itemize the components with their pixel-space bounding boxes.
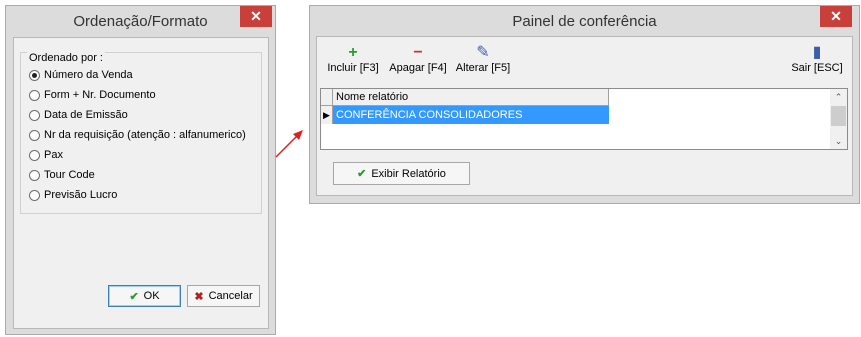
radio-previsao-lucro[interactable]: Previsão Lucro (29, 187, 117, 203)
radio-icon[interactable] (29, 109, 40, 121)
report-panel-titlebar: Painel de conferência ✕ (310, 6, 859, 37)
radio-icon[interactable] (29, 149, 40, 161)
report-grid[interactable]: Nome relatório ▶ CONFERÊNCIA CONSOLIDADO… (320, 88, 848, 150)
plus-icon: + (348, 44, 358, 61)
grid-corner (321, 89, 333, 106)
group-label: Ordenado por : (27, 52, 105, 64)
door-icon: ▮ (812, 44, 822, 61)
ok-button[interactable]: ✔ OK (108, 285, 181, 307)
ordering-dialog: Ordenação/Formato ✕ Ordenado por : Númer… (5, 5, 276, 335)
cross-icon: ✖ (194, 290, 204, 303)
delete-label: Apagar [F4] (389, 62, 447, 74)
radio-label: Pax (44, 149, 63, 161)
radio-label: Form + Nr. Documento (44, 89, 156, 101)
vertical-scrollbar[interactable]: ⌃ ⌄ (830, 89, 847, 149)
show-report-button[interactable]: ✔ Exibir Relatório (333, 162, 470, 185)
cancel-label: Cancelar (208, 290, 253, 302)
exit-label: Sair [ESC] (791, 62, 843, 74)
scroll-up-icon[interactable]: ⌃ (830, 89, 847, 105)
radio-label: Nr da requisição (atenção : alfanumerico… (44, 129, 246, 141)
pencil-icon: ✎ (476, 44, 490, 61)
check-icon: ✔ (129, 290, 139, 303)
close-icon[interactable]: ✕ (240, 6, 272, 27)
add-label: Incluir [F3] (327, 62, 379, 74)
radio-numero-venda[interactable]: Número da Venda (29, 67, 133, 83)
check-icon: ✔ (357, 168, 367, 180)
table-row[interactable]: ▶ CONFERÊNCIA CONSOLIDADORES (321, 106, 609, 124)
table-cell[interactable]: CONFERÊNCIA CONSOLIDADORES (333, 106, 609, 124)
edit-label: Alterar [F5] (455, 62, 511, 74)
radio-form-documento[interactable]: Form + Nr. Documento (29, 87, 156, 103)
radio-pax[interactable]: Pax (29, 147, 63, 163)
exit-button[interactable]: ▮ Sair [ESC] (790, 44, 844, 74)
show-report-label: Exibir Relatório (371, 167, 446, 180)
ordering-dialog-title: Ordenação/Formato (73, 13, 208, 30)
radio-label: Tour Code (44, 169, 95, 181)
cancel-button[interactable]: ✖ Cancelar (187, 285, 260, 307)
radio-icon[interactable] (29, 129, 40, 141)
minus-icon: − (413, 44, 423, 61)
radio-icon[interactable] (29, 169, 40, 181)
ordering-dialog-body: Ordenado por : Número da Venda Form + Nr… (13, 37, 269, 329)
radio-nr-requisicao[interactable]: Nr da requisição (atenção : alfanumerico… (29, 127, 246, 143)
scroll-thumb[interactable] (831, 106, 846, 126)
radio-icon[interactable] (29, 89, 40, 101)
delete-button[interactable]: − Apagar [F4] (389, 44, 447, 74)
scroll-down-icon[interactable]: ⌄ (830, 133, 847, 149)
report-panel-title: Painel de conferência (512, 13, 657, 30)
radio-data-emissao[interactable]: Data de Emissão (29, 107, 128, 123)
radio-label: Previsão Lucro (44, 189, 118, 201)
radio-label: Número da Venda (44, 69, 133, 81)
column-header-nome-relatorio[interactable]: Nome relatório (333, 89, 609, 106)
radio-icon[interactable] (29, 189, 40, 201)
ordering-dialog-titlebar: Ordenação/Formato ✕ (6, 6, 275, 37)
row-indicator-icon: ▶ (321, 106, 333, 124)
ok-label: OK (143, 290, 160, 302)
pointer-arrow (275, 130, 303, 158)
add-button[interactable]: + Incluir [F3] (327, 44, 379, 74)
radio-checked-icon[interactable] (29, 69, 40, 81)
grid-header: Nome relatório (321, 89, 609, 106)
radio-tour-code[interactable]: Tour Code (29, 167, 95, 183)
ordering-groupbox: Ordenado por : Número da Venda Form + Nr… (20, 52, 262, 214)
close-icon[interactable]: ✕ (820, 6, 852, 27)
radio-label: Data de Emissão (44, 109, 128, 121)
edit-button[interactable]: ✎ Alterar [F5] (455, 44, 511, 74)
